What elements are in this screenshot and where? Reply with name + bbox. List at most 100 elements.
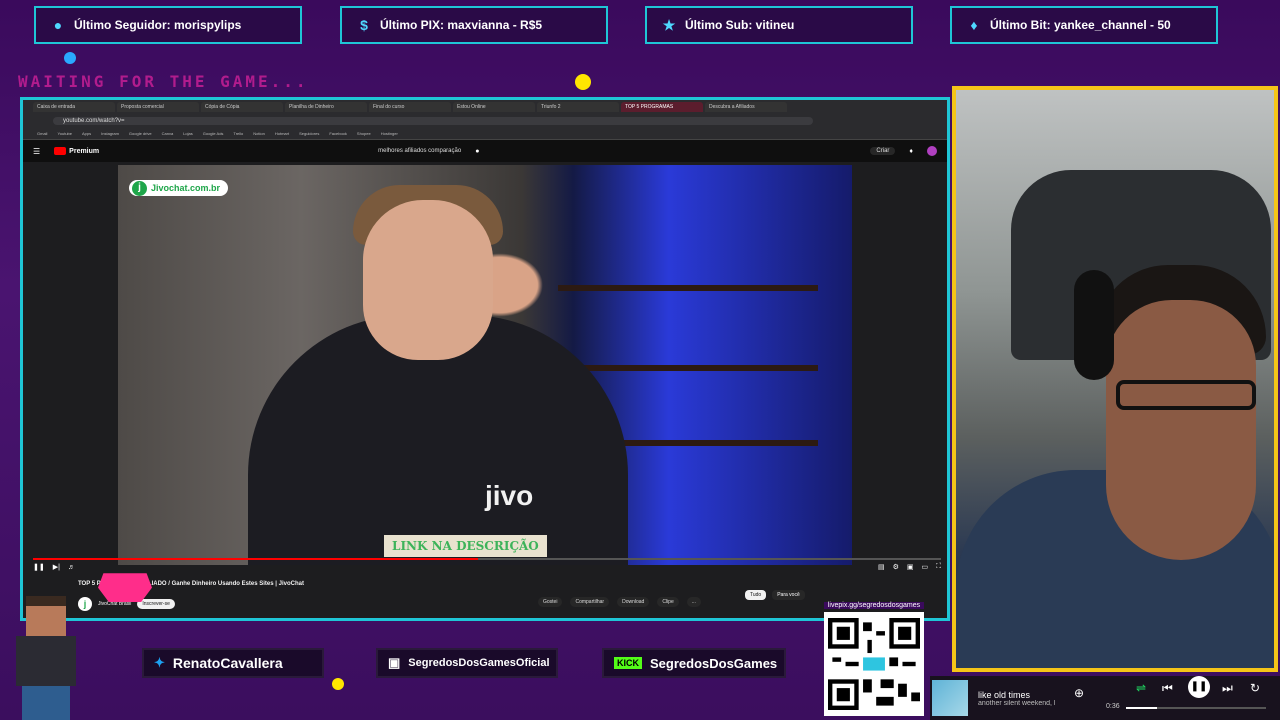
browser-tab[interactable]: Triunfo 2 (537, 102, 619, 112)
bookmark[interactable]: Trello (233, 131, 243, 136)
bookmark[interactable]: Facebook (329, 131, 347, 136)
youtube-brand: Premium (69, 147, 100, 155)
kick-icon: KICK (614, 657, 642, 669)
fullscreen-icon[interactable]: ⛶ (936, 563, 941, 571)
recommendation-chips: Tudo Para você (745, 590, 805, 600)
browser-tab[interactable]: Descubra a Afiliados (705, 102, 787, 112)
instagram-handle: ▣ SegredosDosGamesOficial (376, 648, 558, 678)
twitter-handle: ✦ RenatoCavallera (142, 648, 324, 678)
blue-dot-decoration (64, 52, 76, 64)
last-follower-text: Último Seguidor: morispylips (74, 18, 242, 32)
sponsor-badge: Jivochat.com.br (129, 180, 229, 196)
browser-tab-active[interactable]: TOP 5 PROGRAMAS (621, 102, 703, 112)
more-button[interactable]: ... (686, 597, 701, 607)
bookmark[interactable]: Apps (82, 131, 91, 136)
previous-icon[interactable]: ⏮ (1162, 681, 1173, 696)
shelf (558, 365, 818, 371)
tab-bar: Caixa de entrada Proposta comercial Cópi… (23, 100, 947, 114)
youtube-logo[interactable]: Premium (54, 147, 99, 155)
bookmark[interactable]: Instagram (101, 131, 119, 136)
bookmark[interactable]: Lojas (183, 131, 193, 136)
track-artist: another silent weekend, l (978, 699, 1056, 707)
volume-icon[interactable]: ♬ (68, 564, 75, 571)
miniplayer-icon[interactable]: ▣ (907, 563, 914, 571)
browser-tab[interactable]: Final do curso (369, 102, 451, 112)
bell-icon[interactable]: ♦ (909, 148, 913, 155)
streamer-glasses (1116, 380, 1256, 410)
browser-tab[interactable]: Cópia de Cópia (201, 102, 283, 112)
download-button[interactable]: Download (617, 597, 650, 607)
next-icon[interactable]: ⏭ (1222, 681, 1233, 696)
webcam-feed (952, 86, 1278, 672)
user-icon: ● (53, 17, 63, 33)
bookmark[interactable]: Shopee (357, 131, 371, 136)
browser-tab[interactable]: Estou Online (453, 102, 535, 112)
mic-icon[interactable]: ● (475, 148, 479, 155)
video-controls: ❚❚ ▶| ♬ ▤ ⚙ ▣ ▭ ⛶ (33, 560, 941, 574)
dollar-icon: $ (360, 17, 368, 33)
browser-tab[interactable]: Proposta comercial (117, 102, 199, 112)
like-button[interactable]: Gostei (538, 597, 563, 607)
bookmark[interactable]: Google drive (129, 131, 152, 136)
pause-button[interactable]: ❚❚ (1188, 676, 1210, 698)
theater-icon[interactable]: ▭ (921, 563, 928, 571)
last-follower-box: ● Último Seguidor: morispylips (34, 6, 302, 44)
last-pix-text: Último PIX: maxvianna - R$5 (380, 18, 543, 32)
shuffle-icon[interactable]: ⇌ (1136, 681, 1146, 695)
yellow-dot-decoration (575, 74, 591, 90)
album-cover (932, 680, 968, 716)
share-button[interactable]: Compartilhar (570, 597, 610, 607)
chip-all[interactable]: Tudo (745, 590, 767, 600)
next-icon[interactable]: ▶| (53, 563, 60, 571)
pause-icon[interactable]: ❚❚ (33, 563, 45, 571)
bookmark[interactable]: Google Ads (203, 131, 224, 136)
bookmarks-bar: Gmail Youtube Apps Instagram Google driv… (23, 128, 947, 140)
twitter-text: RenatoCavallera (172, 655, 283, 671)
avatar[interactable] (927, 146, 937, 156)
bookmark[interactable]: Hotmart (275, 131, 289, 136)
browser-tab[interactable]: Caixa de entrada (33, 102, 115, 112)
instagram-icon: ▣ (388, 655, 401, 670)
mascot-head (26, 596, 66, 636)
youtube-header: ☰ Premium melhores afiliados comparação … (23, 140, 947, 162)
last-bit-text: Último Bit: yankee_channel - 50 (990, 18, 1171, 32)
bookmark[interactable]: Seguidores (299, 131, 319, 136)
clip-button[interactable]: Clipe (657, 597, 679, 607)
qr-label: livepix.gg/segredosdosgames (824, 602, 924, 609)
browser-window: Caixa de entrada Proposta comercial Cópi… (20, 97, 950, 621)
subscribe-button[interactable]: Inscrever-se (137, 599, 175, 609)
headphones (1074, 270, 1114, 380)
search-input[interactable]: melhores afiliados comparação (378, 148, 461, 154)
diamond-icon: ♦ (970, 17, 978, 33)
bookmark[interactable]: Notion (253, 131, 265, 136)
video-player[interactable]: jivo Jivochat.com.br LINK NA DESCRIÇÃO (118, 165, 852, 565)
add-icon[interactable]: ⊕ (1074, 686, 1084, 700)
track-progress-fill (1126, 707, 1157, 709)
shirt-logo: jivo (485, 480, 534, 511)
repeat-icon[interactable]: ↻ (1250, 681, 1260, 695)
bookmark[interactable]: Hostinger (381, 131, 398, 136)
pixel-mascot (6, 592, 86, 720)
settings-icon[interactable]: ⚙ (893, 563, 899, 571)
track-title: like old times (978, 689, 1031, 700)
bookmark[interactable]: Youtube (57, 131, 72, 136)
subtitles-icon[interactable]: ▤ (878, 563, 885, 571)
menu-icon[interactable]: ☰ (33, 147, 40, 156)
last-pix-box: $ Último PIX: maxvianna - R$5 (340, 6, 608, 44)
track-time: 0:36 (1106, 703, 1120, 710)
browser-tab[interactable]: Planilha de Dinheiro (285, 102, 367, 112)
bookmark[interactable]: Canva (162, 131, 174, 136)
bookmark[interactable]: Gmail (37, 131, 47, 136)
presenter-face (363, 200, 493, 360)
chip-for-you[interactable]: Para você (772, 590, 805, 600)
create-button[interactable]: Criar (870, 147, 896, 155)
qr-graphic (828, 618, 920, 710)
address-input[interactable]: youtube.com/watch?v= (53, 117, 813, 125)
url-bar: youtube.com/watch?v= (23, 114, 947, 128)
track-progress-bar[interactable] (1126, 707, 1266, 709)
yellow-dot-decoration-2 (332, 678, 344, 690)
livepix-qr-code (824, 612, 924, 716)
track-info: like old times another silent weekend, l (978, 690, 1068, 707)
star-icon: ★ (662, 16, 676, 33)
last-bit-box: ♦ Último Bit: yankee_channel - 50 (950, 6, 1218, 44)
